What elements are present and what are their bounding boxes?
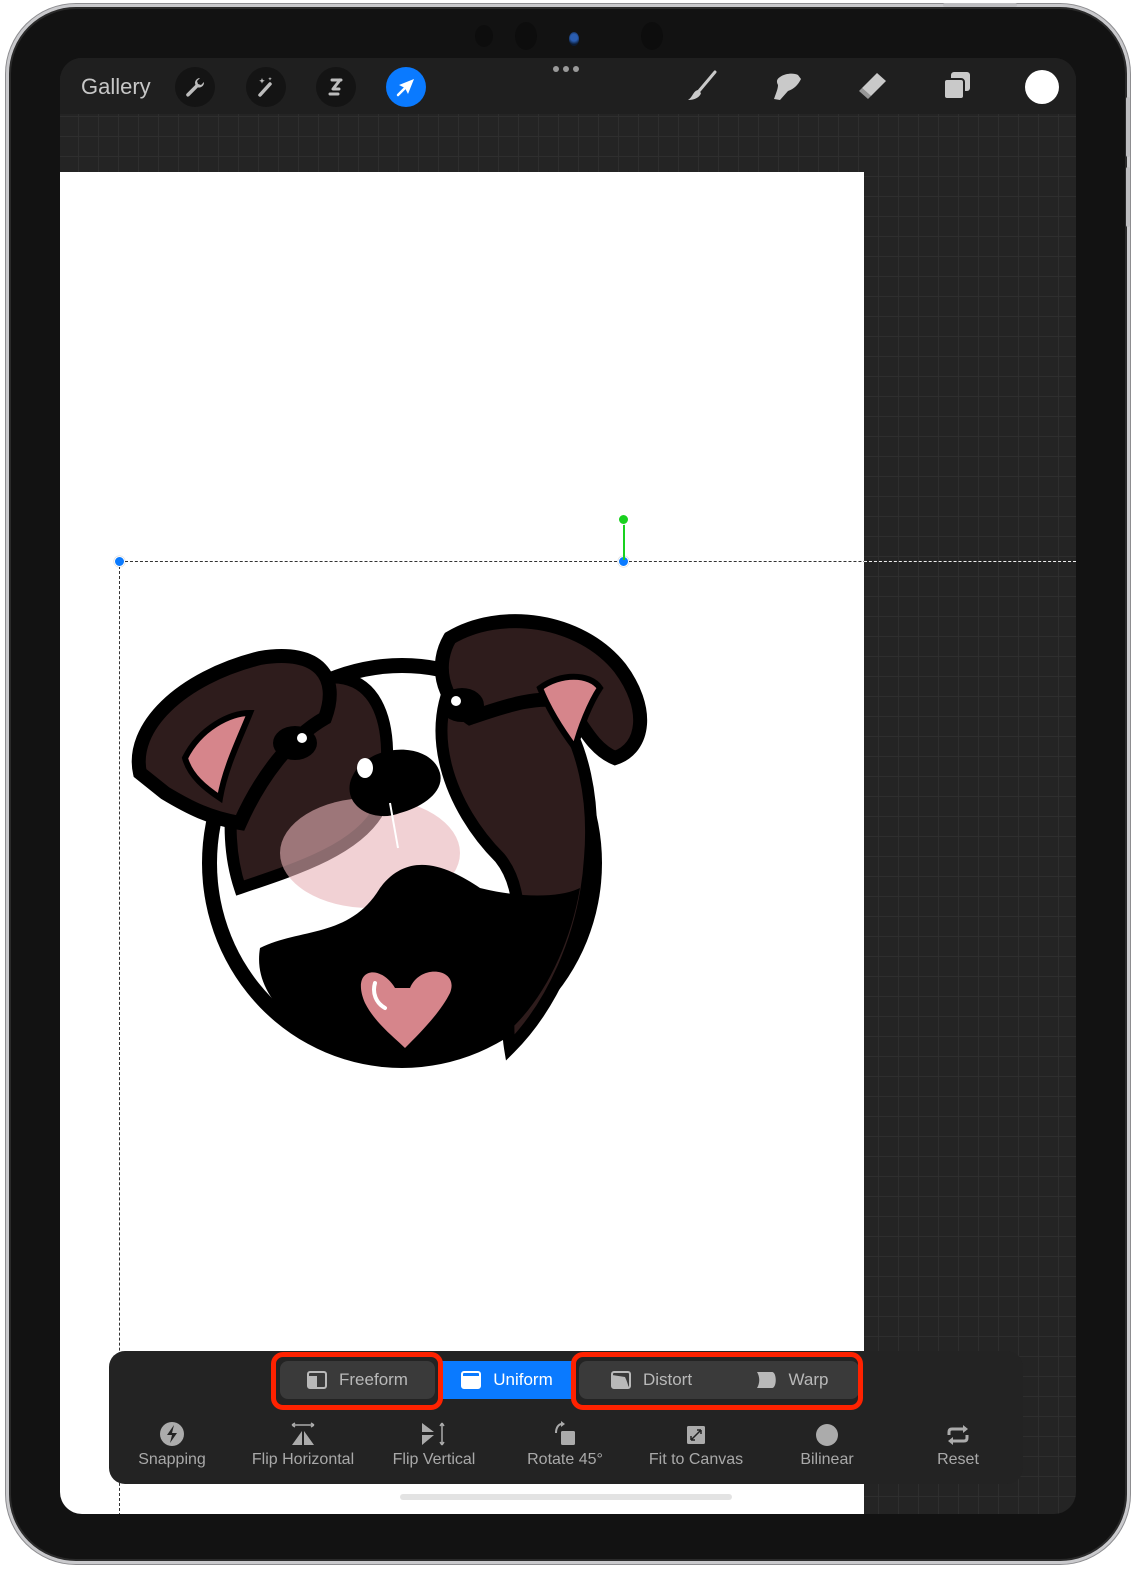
corner-handle[interactable] [114, 556, 125, 567]
dog-illustration[interactable] [120, 608, 680, 1068]
snapping-button[interactable]: Snapping [112, 1421, 232, 1469]
adjustments-button[interactable] [246, 67, 286, 107]
lightning-icon [160, 1422, 184, 1446]
wrench-icon [186, 78, 205, 97]
app-screen: Gallery Freeform Uniform Distort Warp Sn… [60, 58, 1076, 1514]
fit-to-canvas-button[interactable]: Fit to Canvas [636, 1421, 756, 1469]
top-button [943, 3, 1017, 7]
smudge-button[interactable] [769, 68, 805, 104]
magic-wand-icon [258, 77, 272, 97]
arrow-cursor-icon [396, 79, 414, 97]
flip-horizontal-icon [291, 1422, 315, 1445]
rotation-handle[interactable] [618, 514, 629, 525]
actions-button[interactable] [175, 67, 215, 107]
rotate-icon [555, 1421, 575, 1445]
reset-button[interactable]: Reset [898, 1421, 1018, 1469]
rotate-45-button[interactable]: Rotate 45° [505, 1421, 625, 1469]
more-dots-icon[interactable] [553, 66, 579, 72]
front-camera [569, 32, 579, 46]
warp-icon [756, 1372, 776, 1388]
eraser-button[interactable] [854, 68, 890, 104]
volume-down-button [1126, 167, 1130, 227]
fit-canvas-icon [687, 1426, 705, 1444]
selection-s-icon [328, 78, 343, 96]
home-indicator[interactable] [400, 1494, 732, 1500]
checker-ball-icon [816, 1424, 838, 1446]
transform-button[interactable] [386, 67, 426, 107]
sensor [515, 22, 537, 50]
selection-top-edge-dark [864, 561, 1076, 562]
mode-freeform[interactable]: Freeform [280, 1361, 435, 1399]
eraser-icon [859, 73, 886, 99]
transform-panel: Freeform Uniform Distort Warp Snapping F… [109, 1351, 1023, 1484]
mode-distort[interactable]: Distort [579, 1361, 724, 1399]
top-toolbar: Gallery [60, 58, 1076, 114]
color-picker-button[interactable] [1025, 70, 1059, 104]
gallery-button[interactable]: Gallery [81, 74, 151, 100]
freeform-icon [307, 1371, 328, 1389]
selection-button[interactable] [316, 67, 356, 107]
rotation-line [623, 520, 625, 560]
volume-up-button [1126, 97, 1130, 157]
sensor [641, 22, 663, 50]
layers-button[interactable] [939, 68, 975, 104]
mode-warp[interactable]: Warp [724, 1361, 859, 1399]
flip-vertical-button[interactable]: Flip Vertical [374, 1421, 494, 1469]
layers-icon [943, 72, 970, 100]
brush-button[interactable] [684, 68, 720, 104]
sensor [475, 25, 493, 47]
brush-icon [688, 70, 717, 100]
uniform-icon [461, 1371, 482, 1389]
flip-horizontal-button[interactable]: Flip Horizontal [243, 1421, 363, 1469]
mode-uniform[interactable]: Uniform [442, 1361, 572, 1399]
distort-icon [610, 1371, 631, 1389]
reset-arrows-icon [947, 1425, 969, 1445]
flip-vertical-icon [422, 1422, 445, 1446]
bilinear-button[interactable]: Bilinear [767, 1421, 887, 1469]
smudge-finger-icon [774, 73, 801, 100]
